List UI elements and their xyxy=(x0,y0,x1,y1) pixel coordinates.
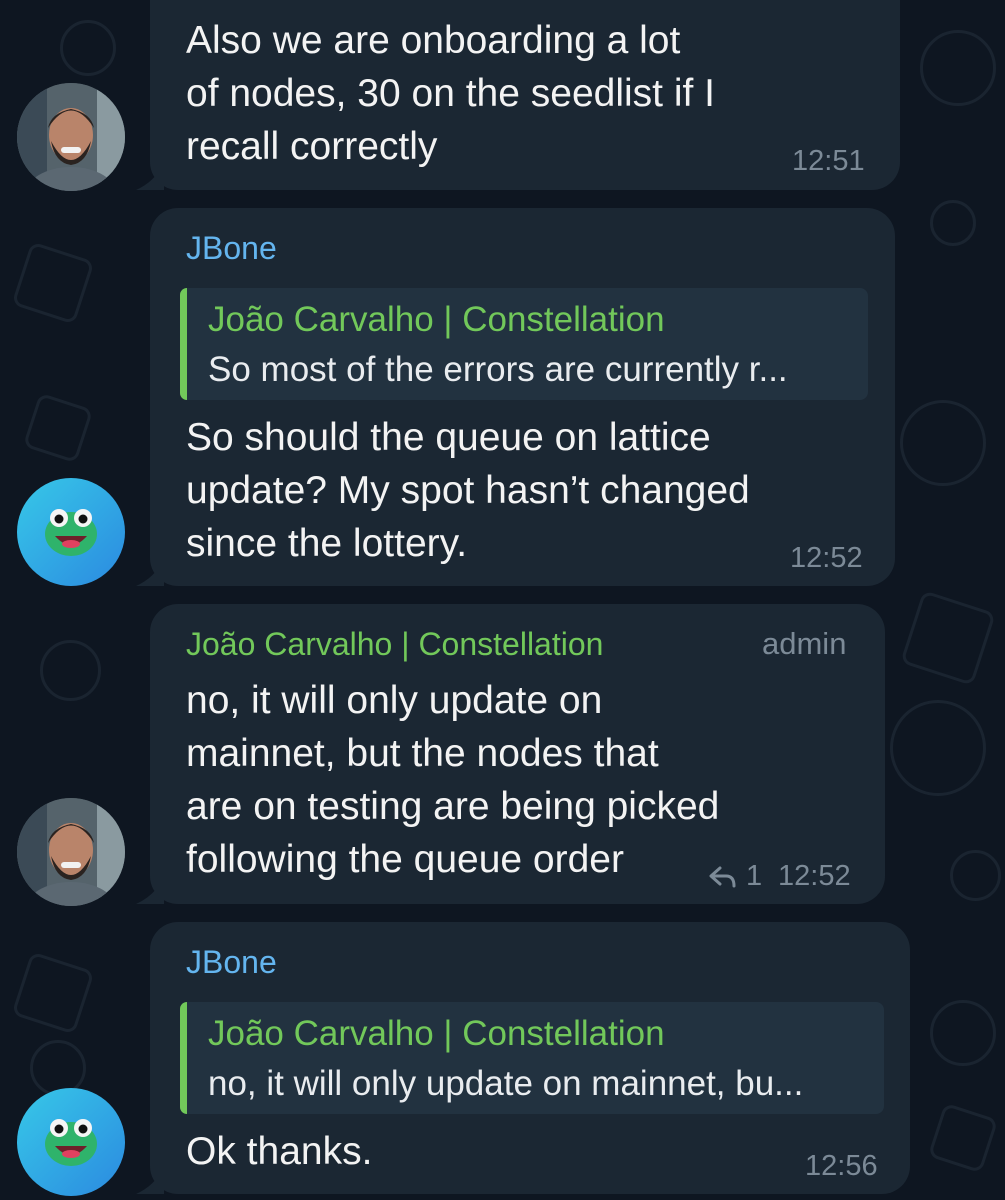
quote-sender: João Carvalho | Constellation xyxy=(208,1014,665,1053)
avatar-jbone[interactable] xyxy=(17,1088,125,1196)
quote-sender: João Carvalho | Constellation xyxy=(208,300,665,339)
message-text-line: since the lottery. xyxy=(186,522,468,565)
reply-count[interactable]: 1 xyxy=(746,860,762,893)
quote-text: no, it will only update on mainnet, bu..… xyxy=(208,1064,804,1103)
sender-name[interactable]: JBone xyxy=(186,230,277,267)
quote-bar xyxy=(180,288,187,400)
message-text-line: update? My spot hasn’t changed xyxy=(186,469,750,512)
message-bubble-4[interactable]: JBone João Carvalho | Constellation no, … xyxy=(136,922,910,1194)
message-text-line: mainnet, but the nodes that xyxy=(186,732,659,775)
message-bubble-3[interactable]: João Carvalho | Constellation admin no, … xyxy=(136,604,885,904)
message-text-line: are on testing are being picked xyxy=(186,785,720,828)
sender-name[interactable]: JBone xyxy=(186,944,277,981)
avatar-joao[interactable] xyxy=(17,83,125,191)
avatar-joao[interactable] xyxy=(17,798,125,906)
message-text-line: following the queue order xyxy=(186,838,624,881)
message-bubble-1[interactable]: Also we are onboarding a lot of nodes, 3… xyxy=(136,0,900,190)
message-text-line: no, it will only update on xyxy=(186,679,603,722)
message-bubble-2[interactable]: JBone João Carvalho | Constellation So m… xyxy=(136,208,895,586)
quote-text: So most of the errors are currently r... xyxy=(208,350,788,389)
admin-badge: admin xyxy=(762,626,847,661)
reply-quote[interactable]: João Carvalho | Constellation no, it wil… xyxy=(180,1002,884,1114)
message-time: 12:56 xyxy=(805,1150,878,1182)
bubble-tail-icon xyxy=(136,560,164,586)
bubble-tail-icon xyxy=(136,164,164,190)
message-text-line: of nodes, 30 on the seedlist if I xyxy=(186,72,716,115)
sender-name[interactable]: João Carvalho | Constellation xyxy=(186,626,603,663)
message-text-line: recall correctly xyxy=(186,125,438,168)
message-text-line: So should the queue on lattice xyxy=(186,416,711,459)
message-time: 12:52 xyxy=(778,860,851,892)
message-text-line: Ok thanks. xyxy=(186,1130,373,1173)
reply-arrow-icon[interactable] xyxy=(708,864,738,890)
reply-quote[interactable]: João Carvalho | Constellation So most of… xyxy=(180,288,868,400)
message-text-line: Also we are onboarding a lot xyxy=(186,19,681,62)
avatar-jbone[interactable] xyxy=(17,478,125,586)
message-time: 12:51 xyxy=(792,145,865,177)
bubble-tail-icon xyxy=(136,878,164,904)
message-time: 12:52 xyxy=(790,542,863,574)
quote-bar xyxy=(180,1002,187,1114)
bubble-tail-icon xyxy=(136,1168,164,1194)
